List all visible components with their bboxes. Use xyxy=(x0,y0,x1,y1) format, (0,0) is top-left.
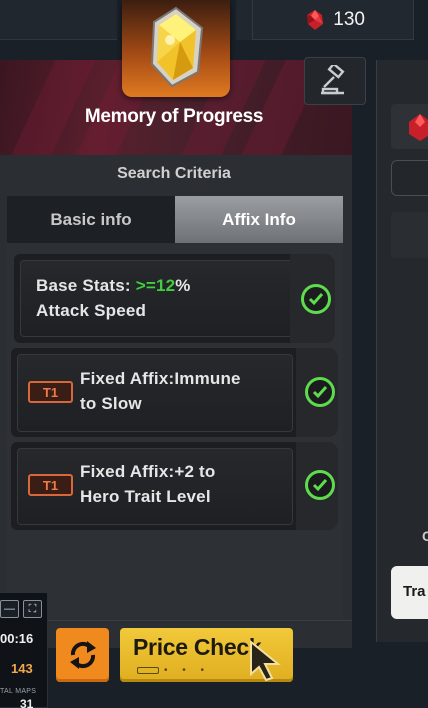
right-slot xyxy=(391,212,428,258)
checkmark-icon[interactable] xyxy=(305,377,335,407)
item-icon-frame xyxy=(122,0,230,97)
top-bar-left xyxy=(0,0,117,40)
tier-badge: T1 xyxy=(28,474,73,496)
expand-icon[interactable]: ⛶ xyxy=(23,600,42,618)
mouse-cursor-icon xyxy=(250,640,281,682)
overlay-maps: 31 xyxy=(20,697,34,708)
item-name: Memory of Progress xyxy=(84,106,264,127)
yellow-gem-memory-icon xyxy=(150,6,204,88)
criteria-text: Fixed Affix:+2 to Hero Trait Level xyxy=(80,462,216,506)
tab-basic-info[interactable]: Basic info xyxy=(7,196,175,243)
criteria-text: Fixed Affix:Immune to Slow xyxy=(80,369,241,413)
refresh-button[interactable] xyxy=(56,628,109,682)
screen: 130 Memory of Progress Search Criteria B… xyxy=(0,0,428,708)
gavel-icon xyxy=(321,65,345,95)
refresh-icon xyxy=(69,641,96,669)
red-crystal-icon xyxy=(307,9,324,30)
top-bar-divider xyxy=(236,0,252,40)
checkmark-icon[interactable] xyxy=(305,470,335,500)
crystal-slot[interactable] xyxy=(391,104,428,149)
criteria-text: Base Stats: >=12% Attack Speed xyxy=(36,276,191,320)
auction-button[interactable] xyxy=(304,57,366,105)
price-check-label: Price Check xyxy=(133,634,262,660)
overlay-count: 143 xyxy=(11,661,33,676)
criteria-tabs: Basic info Affix Info xyxy=(7,196,343,243)
red-crystal-icon xyxy=(409,114,428,141)
keyboard-icon xyxy=(137,667,159,674)
currency-amount: 130 xyxy=(333,8,365,30)
overlay-controls: — ⛶ xyxy=(0,600,42,618)
overlay-label: TAL MAPS xyxy=(0,688,37,695)
tab-affix-info[interactable]: Affix Info xyxy=(175,196,343,243)
search-criteria-heading: Search Criteria xyxy=(117,165,231,182)
right-input-box[interactable] xyxy=(391,160,428,196)
currency-display: 130 xyxy=(252,0,414,40)
checkmark-icon[interactable] xyxy=(301,284,331,314)
trade-button[interactable]: Tra xyxy=(391,566,428,619)
minimize-icon[interactable]: — xyxy=(0,600,19,618)
tier-badge: T1 xyxy=(28,381,73,403)
overlay-timer: 00:16 xyxy=(0,631,34,646)
right-partial-label: C xyxy=(422,528,428,544)
